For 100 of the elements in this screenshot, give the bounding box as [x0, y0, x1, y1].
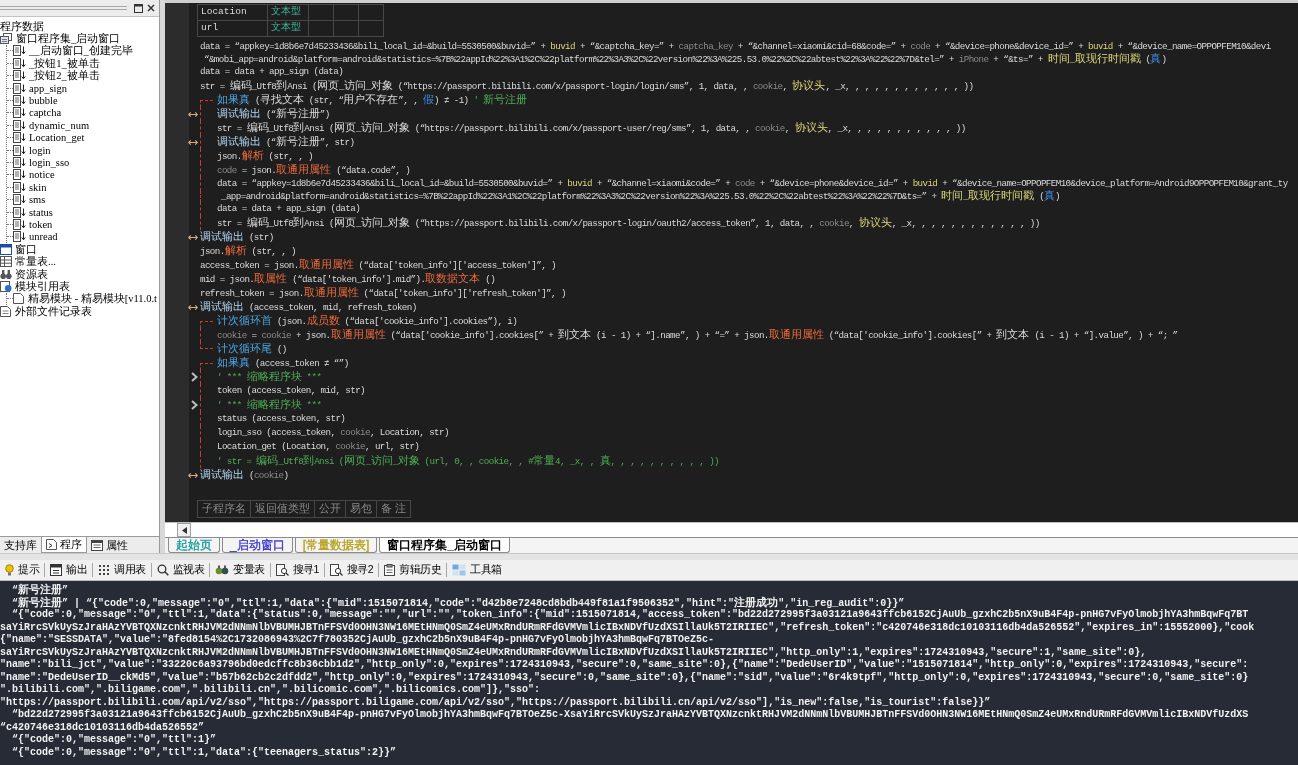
panel-tab[interactable]: 监视表: [151, 561, 209, 579]
tree-item[interactable]: app_sign: [13, 81, 68, 95]
panel-tab[interactable]: 搜寻1: [270, 561, 324, 579]
tree-item[interactable]: sms: [13, 193, 47, 207]
tree-item[interactable]: 窗口: [0, 242, 38, 256]
close-icon: [147, 4, 155, 12]
document-arrow-icon: [13, 157, 26, 168]
code-line: cookie = cookie + json.取通用属性 (“data['cookie_info'].cookies[” + 到文本 (i - 1) + “].name”, ) + “=” + json.取通用属性 (“data['cookie_info'].cookies[” + 到文本 (i - 1) + “].value”, ) + “; ”: [217, 328, 1178, 342]
panel-tab[interactable]: 属性: [87, 537, 132, 553]
code-line: 调试输出 (“新号注册”, str): [217, 135, 355, 149]
panel-tab[interactable]: 程序: [41, 537, 87, 553]
tree-item[interactable]: dynamic_num: [13, 118, 91, 132]
code-line: data = data + app_sign (data): [217, 202, 361, 216]
restore-button[interactable]: [133, 3, 143, 13]
tree-item[interactable]: captcha: [13, 106, 63, 120]
column-header: 易包: [345, 500, 377, 518]
tree-item[interactable]: bubble: [13, 94, 59, 108]
tree-item[interactable]: 程序数据: [0, 19, 45, 33]
scroll-left-button[interactable]: [177, 523, 191, 537]
double-arrow-icon: [188, 303, 198, 311]
close-button[interactable]: [146, 3, 156, 13]
output-line: {"name":"SESSDATA","value":"8fed8154%2C1732086943%2C7f780352CjAuUb_gzxhC2b5nX9uB4F4p-pnHG7vFyOlmobjhYA3hmBqwFq7BTOeZ5c-: [0, 634, 715, 647]
tree-item[interactable]: token: [13, 217, 54, 231]
output-line: "name":"bili_jct","value":"33220c6a93796bd0edcffc8b36cbb1d2","http_only":0,"expires":1724310943,"secure":0,"same_site":0},{"name":"DedeUserID","value":"1515071814","http_only":0,"expires":1724310943,"secure":: [0, 659, 1249, 672]
panel-tab[interactable]: 搜寻2: [324, 561, 379, 579]
code-line: str = 编码_Utf8到Ansi (网页_访问_对象 (“https://passport.bilibili.com/x/passport-user/reg/sms”, 1, data, , cookie, 协议头, _x, , , , , , , , , , , )): [217, 121, 966, 135]
clipboard-icon: [384, 564, 396, 576]
document-tab[interactable]: _启动窗口: [222, 538, 293, 553]
output-line: “{"code":0,"message":"0","ttl":1,"data":{"status":0,"message":"","url":"","token_info":{"mid":1515071814,"access_token":"bd22d272995f3a03121a9643ffcb6152CjAuUb_gzxhC2b5nX9uB4F4p-pnHG7vFyOlmobjhYA3hmBqwFq7BT: [12, 609, 1249, 622]
code-line: str = 编码_Utf8到Ansi (网页_访问_对象 (“https://passport.bilibili.com/x/passport-login/oauth2/access_token”, 1, data, , cookie, 协议头, _x, , , , , , , , , , , , )): [217, 216, 1040, 230]
tree-item[interactable]: unread: [13, 230, 59, 244]
panel-tab[interactable]: 输出: [45, 561, 92, 579]
code-line: 调试输出 (str): [200, 230, 274, 244]
tree-item[interactable]: 窗口程序集_启动窗口: [0, 32, 122, 46]
search-icon: [156, 564, 169, 576]
code-line: “&mobi_app=android&platform=android&statistics=%7B%22appId%22%3A1%2C%22platform%22%3A3%2C%22version%22%3A%225.53.0%22%2C%22abtest%22%3A%22%22%7D&tel=” + iPhone + “&ts=” + 时间_取现行时间戳 (真): [203, 54, 1167, 65]
table-cell: 文本型: [267, 4, 309, 21]
double-arrow-icon: [188, 471, 198, 479]
panel-tab[interactable]: 工具箱: [447, 561, 507, 579]
tree-item[interactable]: Location_get: [13, 131, 86, 145]
output-line: saYiRrcSVkUySzJraHAzYVBTQXNzcnktRHJVM2dNNmNlbVBUMHJBTnFFSVd0OHN3NW16MEtHNmQ0SmZ4eUMxRndURmRFdGVMVmlicIBxNDVfUzdXSIllaUk5T2IRIIEC","refresh_token":"c420746e318dc10103116db4da526552","expires_in":15552000},"cook: [0, 621, 1255, 634]
tree-item[interactable]: status: [13, 205, 54, 219]
document-tab[interactable]: 起始页: [168, 538, 220, 553]
code-line: status (access_token, str): [217, 412, 346, 426]
table-cell: url: [197, 20, 268, 37]
tree-item[interactable]: _按钮2_被单击: [13, 69, 101, 83]
document-arrow-icon: [13, 194, 26, 206]
binoculars-icon: [215, 564, 229, 576]
toolbox-icon: [452, 564, 467, 576]
double-arrow-icon: [188, 138, 198, 146]
tree-item[interactable]: 模块引用表: [0, 279, 71, 293]
tree-item[interactable]: 常量表...: [0, 255, 57, 269]
tree-item[interactable]: __启动窗口_创建完毕: [13, 44, 134, 58]
document-arrow-icon: [13, 181, 26, 193]
document-icon: [46, 539, 57, 550]
code-line: login_sso (access_token, cookie, Location, str): [217, 426, 449, 440]
code-line: ' *** 缩略程序块 ***: [217, 370, 322, 384]
tree-item[interactable]: skin: [13, 180, 48, 194]
output-line: saYiRrcSVkUySzJraHAzYVBTQXNzcnktRHJVM2dNNmNlbVBUMHJBTnFFSVd0OHN3NW16MEtHNmQ0SmZ4eUMxRndURmRFdGVMVmlicIBxNDVfUzdXSIllaUk5T2IRIIEC","http_only":1,"expires":1724310943,"secure":1,"same_site":0},: [0, 646, 1147, 659]
document-arrow-icon: [13, 206, 26, 218]
code-line: json.解析 (str, , ): [217, 149, 313, 163]
code-line: mid = json.取属性 (“data['token_info'].mid”).取数据文本 (): [200, 272, 496, 286]
document-arrow-icon: [13, 70, 26, 82]
document-search-icon: [275, 564, 289, 576]
document-search-icon: [329, 564, 343, 576]
tree-item[interactable]: login_sso: [13, 156, 71, 169]
tree-item[interactable]: 资源表: [0, 267, 49, 281]
code-line: 如果真 (access_token ≠ “”): [217, 356, 349, 370]
column-header: 子程序名: [197, 500, 251, 518]
code-line: 调试输出 (cookie): [200, 468, 289, 482]
table-cell: Location: [197, 4, 268, 21]
tree-item[interactable]: 精易模块 - 精易模块[v11.0.t: [13, 292, 159, 306]
tree-item[interactable]: 外部文件记录表: [0, 304, 93, 318]
code-line: 计次循环尾 (): [217, 342, 287, 356]
output-line: ".bilibili.com",".biligame.com",".bilibili.cn",".bilicomic.com",".bilicomics.com"]},"sso":: [0, 684, 541, 697]
document-arrow-icon: [13, 218, 26, 230]
document-arrow-icon: [13, 107, 26, 119]
panel-tab[interactable]: 剪辑历史: [379, 561, 447, 579]
tree-item[interactable]: login: [13, 143, 52, 157]
window-icon: [50, 564, 62, 576]
panel-tab[interactable]: 调用表: [93, 561, 151, 579]
document-tab[interactable]: 窗口程序集_启动窗口: [379, 538, 511, 553]
panel-tab[interactable]: 提示: [0, 561, 44, 579]
lightbulb-icon: [5, 564, 14, 576]
tree-item[interactable]: _按钮1_被单击: [13, 56, 101, 70]
panel-tab[interactable]: 支持库: [0, 537, 41, 553]
code-line: code = json.取通用属性 (“data.code”, ): [217, 163, 411, 177]
tree-item[interactable]: notice: [13, 168, 56, 182]
document-arrow-icon: [13, 144, 26, 156]
document-arrow-icon: [13, 231, 26, 243]
column-header: 返回值类型: [250, 500, 315, 518]
code-line: 调试输出 (“新号注册”): [217, 107, 330, 121]
column-header: 备 注: [376, 500, 411, 518]
panel-tab[interactable]: 变量表: [210, 561, 270, 579]
double-arrow-icon: [188, 233, 198, 241]
column-header: 公开: [314, 500, 346, 518]
binoculars-icon: [0, 268, 12, 280]
double-arrow-icon: [188, 110, 198, 118]
document-arrow-icon: [13, 57, 26, 69]
output-line: “新号注册”: [12, 584, 69, 596]
